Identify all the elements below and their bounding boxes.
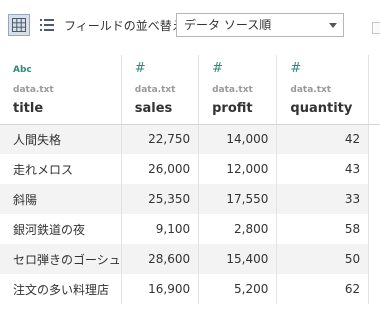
grid-icon bbox=[12, 18, 26, 32]
string-type-icon[interactable]: Abc bbox=[13, 65, 32, 75]
table-row: セロ弾きのゴーシュ 28,600 15,400 50 bbox=[0, 244, 380, 274]
column-source: data.txt bbox=[134, 85, 176, 95]
sort-fields-label: フィールドの並べ替え bbox=[64, 19, 184, 33]
table-row: 走れメロス 26,000 12,000 43 bbox=[0, 154, 380, 184]
cell-quantity: 33 bbox=[276, 184, 370, 214]
grid-view-button[interactable] bbox=[8, 14, 30, 36]
data-table: Abc data.txt title # data.txt sales # da… bbox=[0, 55, 380, 304]
cell-title: 銀河鉄道の夜 bbox=[0, 214, 122, 244]
number-type-icon[interactable]: # bbox=[135, 61, 146, 76]
row-filler bbox=[368, 154, 380, 184]
column-source: data.txt bbox=[290, 85, 332, 95]
row-filler bbox=[368, 124, 380, 154]
cell-profit: 2,800 bbox=[198, 214, 278, 244]
row-filler bbox=[368, 214, 380, 244]
cell-quantity: 62 bbox=[276, 274, 370, 304]
cell-quantity: 50 bbox=[276, 244, 370, 274]
header-row: Abc data.txt title # data.txt sales # da… bbox=[0, 55, 380, 125]
table-row: 斜陽 25,350 17,550 33 bbox=[0, 184, 380, 214]
cell-title: 人間失格 bbox=[0, 124, 122, 154]
column-header-sales[interactable]: # data.txt sales bbox=[121, 55, 200, 125]
cell-sales: 26,000 bbox=[121, 154, 200, 184]
header-filler bbox=[368, 55, 380, 125]
table-row: 注文の多い料理店 16,900 5,200 62 bbox=[0, 274, 380, 304]
cell-quantity: 43 bbox=[276, 154, 370, 184]
cell-profit: 12,000 bbox=[198, 154, 278, 184]
cell-title: 走れメロス bbox=[0, 154, 122, 184]
column-header-profit[interactable]: # data.txt profit bbox=[198, 55, 278, 125]
row-filler bbox=[368, 244, 380, 274]
cell-sales: 22,750 bbox=[121, 124, 200, 154]
cell-sales: 16,900 bbox=[121, 274, 200, 304]
sort-order-dropdown[interactable]: データ ソース順 bbox=[176, 13, 344, 37]
row-filler bbox=[368, 184, 380, 214]
cell-sales: 28,600 bbox=[121, 244, 200, 274]
column-name: quantity bbox=[290, 101, 353, 116]
column-header-title[interactable]: Abc data.txt title bbox=[0, 55, 122, 125]
chevron-down-icon bbox=[323, 14, 343, 36]
cell-sales: 25,350 bbox=[121, 184, 200, 214]
cell-profit: 14,000 bbox=[198, 124, 278, 154]
column-source: data.txt bbox=[13, 85, 54, 95]
column-source: data.txt bbox=[212, 85, 253, 95]
cell-profit: 17,550 bbox=[198, 184, 278, 214]
column-header-quantity[interactable]: # data.txt quantity bbox=[276, 55, 370, 125]
cell-sales: 9,100 bbox=[121, 214, 200, 244]
number-type-icon[interactable]: # bbox=[212, 61, 223, 76]
cell-quantity: 58 bbox=[276, 214, 370, 244]
cell-title: 斜陽 bbox=[0, 184, 122, 214]
number-type-icon[interactable]: # bbox=[290, 61, 301, 76]
data-grid: Abc data.txt title # data.txt sales # da… bbox=[0, 55, 380, 304]
sort-order-value: データ ソース順 bbox=[184, 18, 272, 32]
cell-profit: 5,200 bbox=[198, 274, 278, 304]
toolbar: フィールドの並べ替え データ ソース順 bbox=[0, 0, 380, 52]
cell-quantity: 42 bbox=[276, 124, 370, 154]
column-name: sales bbox=[134, 101, 173, 116]
cell-title: セロ弾きのゴーシュ bbox=[0, 244, 122, 274]
list-icon bbox=[40, 19, 54, 31]
row-filler bbox=[368, 274, 380, 304]
cell-profit: 15,400 bbox=[198, 244, 278, 274]
column-name: profit bbox=[212, 101, 253, 116]
table-row: 人間失格 22,750 14,000 42 bbox=[0, 124, 380, 154]
column-name: title bbox=[13, 101, 44, 116]
cell-title: 注文の多い料理店 bbox=[0, 274, 122, 304]
panel-edge bbox=[372, 22, 380, 34]
table-row: 銀河鉄道の夜 9,100 2,800 58 bbox=[0, 214, 380, 244]
list-view-button[interactable] bbox=[36, 14, 58, 36]
